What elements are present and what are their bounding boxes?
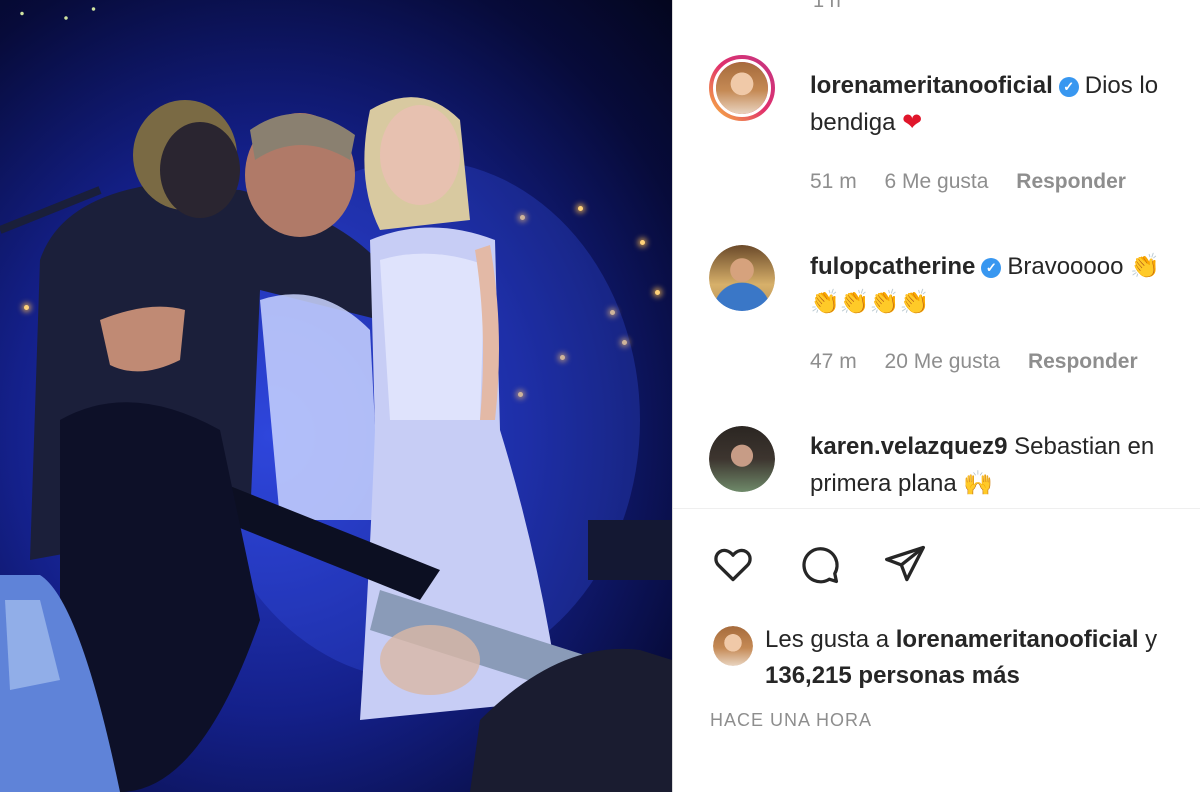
- post-timestamp[interactable]: HACE UNA HORA: [710, 710, 872, 731]
- reply-button[interactable]: Responder: [1016, 170, 1126, 193]
- comment-body: bendiga: [810, 109, 896, 136]
- comment-text-line2: bendiga ❤: [810, 103, 922, 142]
- comment-meta: 47 m 20 Me gusta Responder: [810, 350, 1160, 374]
- comment-likes[interactable]: 6 Me gusta: [885, 170, 989, 193]
- verified-badge-icon: ✓: [1058, 77, 1079, 97]
- liked-by-prefix: Les gusta a: [765, 626, 890, 653]
- send-icon: [885, 545, 925, 582]
- comment-likes[interactable]: 20 Me gusta: [885, 350, 1001, 373]
- comment-body: Dios lo: [1084, 72, 1159, 99]
- verified-badge-icon: ✓: [981, 258, 1002, 278]
- comment-text: karen.velazquez9 Sebastian en: [810, 428, 1154, 466]
- comment-body: Sebastian en: [1014, 433, 1155, 460]
- likes-count[interactable]: 136,215 personas más: [765, 658, 1020, 694]
- post-photo[interactable]: [0, 0, 672, 792]
- comment-username[interactable]: fulopcatherine: [810, 253, 975, 280]
- clapping-hands-emoji-icon: 👏👏👏👏: [810, 288, 930, 316]
- post-actions: [709, 540, 929, 588]
- comment-meta: 51 m 6 Me gusta Responder: [810, 170, 1148, 194]
- share-button[interactable]: [881, 540, 929, 588]
- comments-panel: 1 h lorenameritanooficial ✓ Dios lo bendig…: [673, 0, 1200, 792]
- avatar-lorena[interactable]: [709, 55, 775, 121]
- previous-comment-time: 1 h: [813, 0, 841, 12]
- comment-username[interactable]: karen.velazquez9: [810, 433, 1007, 460]
- actions-divider: [673, 508, 1200, 509]
- liked-by-username[interactable]: lorenameritanooficial: [896, 626, 1139, 653]
- comment-body: Bravooooo: [1007, 253, 1124, 280]
- stage-scene: [0, 97, 672, 792]
- raising-hands-emoji-icon: 🙌: [963, 469, 994, 497]
- comment-body: primera plana: [810, 470, 957, 497]
- comment-text-line2: 👏👏👏👏: [810, 283, 930, 322]
- comment-text-line2: primera plana 🙌: [810, 464, 993, 503]
- comment-time: 51 m: [810, 170, 857, 193]
- like-button[interactable]: [709, 540, 757, 588]
- liked-by-line: Les gusta a lorenameritanooficial y: [765, 622, 1157, 658]
- comment-button[interactable]: [795, 540, 843, 588]
- comment-username[interactable]: lorenameritanooficial: [810, 72, 1053, 99]
- reply-button[interactable]: Responder: [1028, 350, 1138, 373]
- comment-text: lorenameritanooficial ✓ Dios lo: [810, 67, 1158, 105]
- heart-icon: [714, 548, 752, 582]
- avatar-catherine[interactable]: [709, 245, 775, 311]
- avatar-karen[interactable]: [709, 426, 775, 492]
- liker-avatar[interactable]: [713, 626, 753, 666]
- liked-by-suffix: y: [1145, 626, 1158, 653]
- clapping-hands-emoji-icon: 👏: [1130, 252, 1161, 280]
- comment-time: 47 m: [810, 350, 857, 373]
- red-heart-emoji-icon: ❤: [902, 108, 923, 136]
- comment-text: fulopcatherine ✓ Bravooooo 👏: [810, 247, 1160, 286]
- comment-icon: [802, 547, 839, 584]
